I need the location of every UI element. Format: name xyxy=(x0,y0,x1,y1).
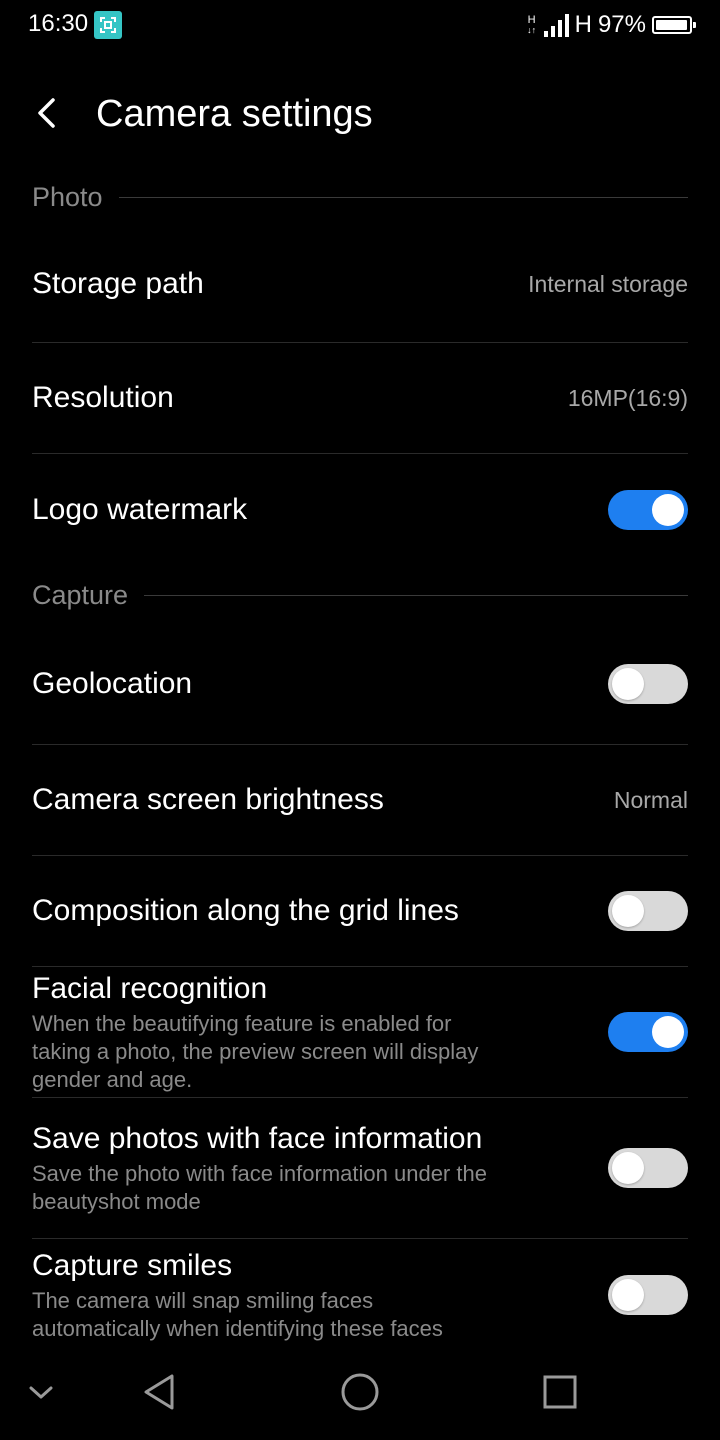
toggle-knob xyxy=(612,1152,644,1184)
setting-storage-path[interactable]: Storage path Internal storage xyxy=(32,226,688,343)
app-header: Camera settings xyxy=(0,75,720,155)
setting-label: Geolocation xyxy=(32,667,193,700)
nav-recents-button[interactable] xyxy=(536,1368,584,1416)
setting-logo-watermark[interactable]: Logo watermark xyxy=(32,454,688,566)
setting-screen-brightness[interactable]: Camera screen brightness Normal xyxy=(32,745,688,856)
battery-tip xyxy=(693,22,696,28)
setting-text: Capture smiles The camera will snap smil… xyxy=(32,1247,492,1343)
setting-text: Facial recognition When the beautifying … xyxy=(32,970,492,1094)
setting-text: Resolution xyxy=(32,379,492,417)
screenshot-app-icon xyxy=(94,11,122,39)
battery-fill xyxy=(656,20,687,30)
setting-text: Composition along the grid lines xyxy=(32,892,492,930)
network-activity-icon: H ↓↑ xyxy=(526,14,538,36)
network-arrows: ↓↑ xyxy=(527,25,537,35)
section-divider xyxy=(144,594,688,596)
setting-text: Save photos with face information Save t… xyxy=(32,1120,492,1216)
toggle-knob xyxy=(612,668,644,700)
signal-icon xyxy=(543,13,569,37)
section-label: Capture xyxy=(32,579,129,610)
setting-label: Camera screen brightness xyxy=(32,783,384,816)
setting-label: Logo watermark xyxy=(32,493,248,526)
network-h-small: H xyxy=(527,14,536,26)
setting-value: Internal storage xyxy=(528,270,688,297)
setting-label: Composition along the grid lines xyxy=(32,894,459,927)
chevron-left-icon xyxy=(38,98,55,128)
section-label: Photo xyxy=(32,181,103,212)
navigation-bar xyxy=(0,1344,720,1440)
toggle-knob xyxy=(652,494,684,526)
settings-list[interactable]: Photo Storage path Internal storage Reso… xyxy=(0,168,720,1344)
setting-label: Storage path xyxy=(32,267,204,300)
grid-lines-toggle[interactable] xyxy=(608,891,688,931)
nav-home-button[interactable] xyxy=(336,1368,384,1416)
page-title: Camera settings xyxy=(96,93,373,135)
status-right-group: H ↓↑ H 97% xyxy=(526,10,696,40)
back-triangle-icon xyxy=(144,1374,174,1410)
logo-watermark-toggle[interactable] xyxy=(608,490,688,530)
network-type: H xyxy=(574,11,592,38)
section-divider xyxy=(118,196,688,198)
setting-facial-recognition[interactable]: Facial recognition When the beautifying … xyxy=(32,967,688,1098)
setting-label: Save photos with face information xyxy=(32,1122,483,1155)
nav-back-button[interactable] xyxy=(136,1368,184,1416)
capture-smiles-toggle[interactable] xyxy=(608,1275,688,1315)
chevron-down-icon xyxy=(29,1386,53,1399)
setting-save-face-info[interactable]: Save photos with face information Save t… xyxy=(32,1098,688,1239)
battery-text: 97% xyxy=(597,11,646,38)
geolocation-toggle[interactable] xyxy=(608,664,688,704)
setting-label: Resolution xyxy=(32,381,174,414)
setting-description: When the beautifying feature is enabled … xyxy=(32,1011,479,1092)
back-button[interactable] xyxy=(26,91,70,135)
save-face-info-toggle[interactable] xyxy=(608,1148,688,1188)
setting-geolocation[interactable]: Geolocation xyxy=(32,624,688,745)
section-header-capture: Capture xyxy=(32,566,688,624)
toggle-knob xyxy=(612,895,644,927)
battery-icon xyxy=(652,16,696,34)
toggle-knob xyxy=(612,1279,644,1311)
setting-value: 16MP(16:9) xyxy=(567,384,688,411)
status-time: 16:30 xyxy=(28,10,89,37)
home-circle-icon xyxy=(341,1373,379,1411)
setting-text: Storage path xyxy=(32,265,492,303)
nav-collapse-button[interactable] xyxy=(17,1368,65,1416)
setting-description: The camera will snap smiling faces autom… xyxy=(32,1288,443,1341)
setting-value: Normal xyxy=(613,786,688,813)
setting-text: Logo watermark xyxy=(32,491,492,529)
setting-text: Geolocation xyxy=(32,665,492,703)
setting-grid-lines[interactable]: Composition along the grid lines xyxy=(32,856,688,967)
setting-label: Capture smiles xyxy=(32,1249,233,1282)
setting-text: Camera screen brightness xyxy=(32,781,492,819)
setting-resolution[interactable]: Resolution 16MP(16:9) xyxy=(32,343,688,454)
section-header-photo: Photo xyxy=(32,168,688,226)
setting-description: Save the photo with face information und… xyxy=(32,1161,487,1214)
recents-square-icon xyxy=(543,1375,577,1409)
toggle-knob xyxy=(652,1016,684,1048)
status-bar: 16:30 H ↓↑ H 97% xyxy=(0,0,720,52)
setting-capture-smiles[interactable]: Capture smiles The camera will snap smil… xyxy=(32,1239,688,1344)
facial-recognition-toggle[interactable] xyxy=(608,1012,688,1052)
setting-label: Facial recognition xyxy=(32,972,268,1005)
